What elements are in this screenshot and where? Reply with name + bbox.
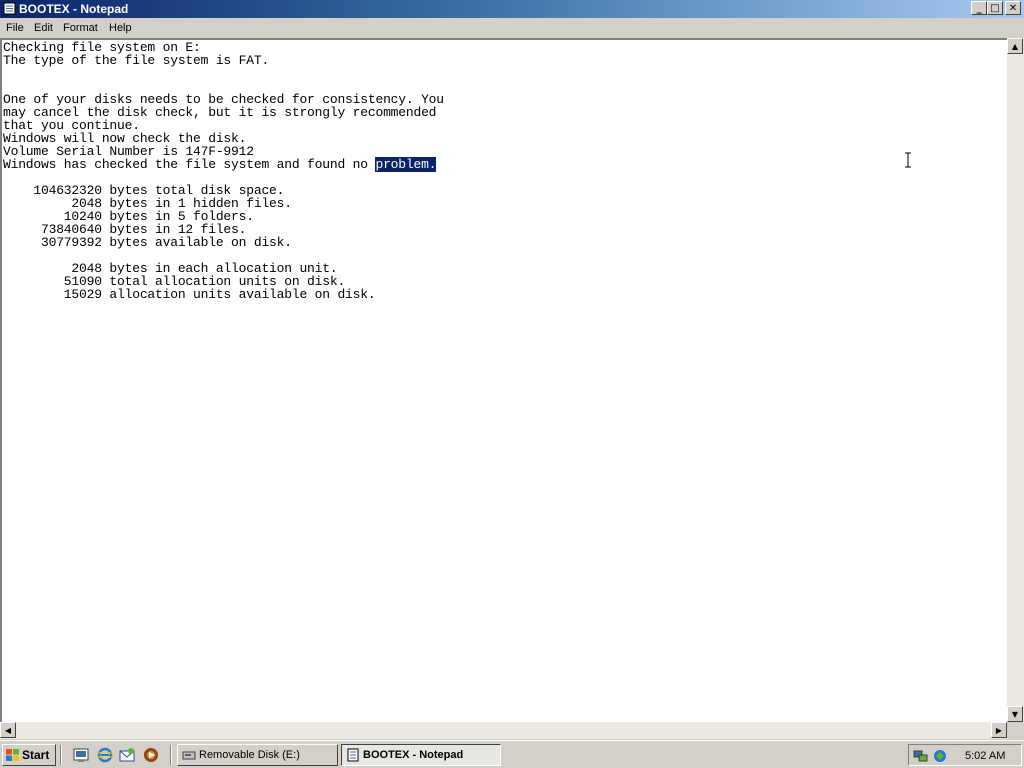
text-cursor-icon (905, 152, 911, 168)
maximize-button[interactable]: □ (987, 1, 1003, 15)
horizontal-scrollbar[interactable]: ◀ ▶ (0, 722, 1007, 739)
menu-bar: File Edit Format Help (0, 18, 1024, 39)
volume-icon[interactable] (932, 748, 948, 764)
scroll-right-button[interactable]: ▶ (991, 722, 1007, 738)
minimize-button[interactable]: _ (971, 1, 987, 15)
notepad-window: BOOTEX - Notepad _ □ ✕ File Edit Format … (0, 0, 1024, 740)
start-button[interactable]: Start (2, 744, 56, 766)
start-label: Start (22, 748, 50, 762)
title-bar[interactable]: BOOTEX - Notepad _ □ ✕ (0, 0, 1024, 18)
toolbar-separator (170, 745, 172, 765)
menu-file[interactable]: File (6, 21, 24, 35)
text-line-with-selection: Windows has checked the file system and … (3, 157, 436, 172)
taskbar-button-notepad[interactable]: BOOTEX - Notepad (341, 744, 501, 766)
notepad-icon (347, 748, 359, 762)
toolbar-separator (60, 745, 62, 765)
windows-logo-icon (6, 749, 19, 761)
text-line-prefix: Windows has checked the file system and … (3, 157, 376, 172)
taskbar-button-removable-disk[interactable]: Removable Disk (E:) (177, 744, 338, 766)
removable-disk-icon (182, 751, 196, 760)
window-title: BOOTEX - Notepad (19, 2, 129, 16)
task-label: BOOTEX - Notepad (363, 749, 464, 761)
system-tray: 5:02 AM (908, 744, 1022, 766)
text-line: The type of the file system is FAT. (3, 53, 270, 68)
menu-help[interactable]: Help (109, 21, 132, 35)
scroll-down-button[interactable]: ▼ (1007, 706, 1023, 722)
outlook-express-icon[interactable] (119, 747, 135, 763)
task-label: Removable Disk (E:) (199, 749, 300, 761)
taskbar: Start Removable Disk (E:) BOOTEX - Notep… (0, 740, 1024, 768)
menu-format[interactable]: Format (63, 21, 98, 35)
internet-explorer-icon[interactable] (97, 747, 113, 763)
clock[interactable]: 5:02 AM (965, 749, 1005, 763)
selected-text[interactable]: problem. (375, 157, 436, 172)
scroll-left-button[interactable]: ◀ (0, 722, 16, 738)
show-desktop-icon[interactable] (73, 747, 89, 763)
text-line: 30779392 bytes available on disk. (3, 235, 292, 250)
scroll-up-button[interactable]: ▲ (1007, 38, 1023, 54)
scrollbar-corner (1007, 722, 1024, 739)
network-icon[interactable] (913, 748, 929, 764)
close-button[interactable]: ✕ (1005, 1, 1021, 15)
text-line: 15029 allocation units available on disk… (3, 287, 376, 302)
text-editor[interactable]: Checking file system on E: The type of t… (0, 38, 1008, 722)
notepad-icon (3, 2, 16, 15)
media-player-icon[interactable] (143, 747, 159, 763)
menu-edit[interactable]: Edit (34, 21, 53, 35)
vertical-scrollbar[interactable]: ▲ ▼ (1007, 38, 1024, 722)
